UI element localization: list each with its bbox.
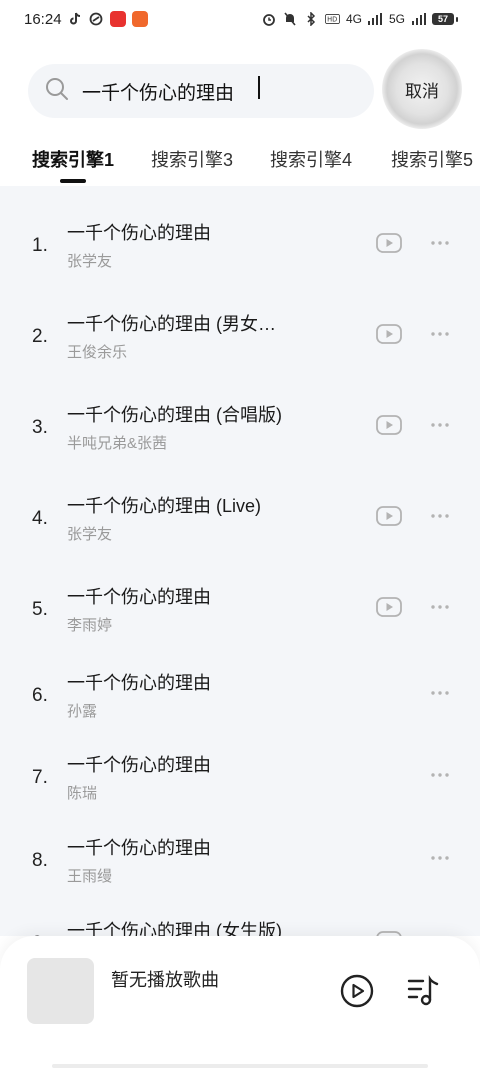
mv-play-icon[interactable] <box>376 597 402 617</box>
list-item[interactable]: 4. 一千个伤心的理由 (Live) 张学友 <box>0 485 480 565</box>
song-artist: 王俊余乐 <box>67 344 128 361</box>
mini-player[interactable]: 暂无播放歌曲 <box>0 936 480 1070</box>
mv-play-icon[interactable] <box>376 506 402 526</box>
tab-engine-3[interactable]: 搜索引擎3 <box>151 146 233 172</box>
song-rank: 8. <box>32 850 48 871</box>
song-rank: 2. <box>32 326 48 347</box>
song-title: 一千个伤心的理由 <box>67 755 211 775</box>
battery-icon: 57 <box>432 13 454 25</box>
signal-icon-2 <box>411 12 426 27</box>
signal-label-2: 5G <box>388 12 405 26</box>
more-icon[interactable] <box>430 238 450 248</box>
list-item[interactable]: 6. 一千个伤心的理由 孙露 <box>0 662 480 742</box>
mv-play-icon[interactable] <box>376 415 402 435</box>
search-row: 取消 <box>28 49 468 129</box>
app-badge-icon <box>109 11 126 27</box>
song-artist: 王雨缦 <box>67 868 113 885</box>
search-engine-tabs: 搜索引擎1 搜索引擎3 搜索引擎4 搜索引擎5 <box>32 146 480 186</box>
signal-label-1: 4G <box>345 12 362 26</box>
list-item[interactable]: 9. 一千个伤心的理由 (女生版) <box>0 910 480 936</box>
song-artist: 张学友 <box>67 253 113 270</box>
hd-icon: HD <box>324 12 340 27</box>
more-icon[interactable] <box>430 511 450 521</box>
song-artist: 李雨婷 <box>67 617 113 634</box>
list-item[interactable]: 2. 一千个伤心的理由 (男女… 王俊余乐 <box>0 303 480 383</box>
list-item[interactable]: 3. 一千个伤心的理由 (合唱版) 半吨兄弟&张茜 <box>0 394 480 474</box>
mute-icon <box>283 12 298 27</box>
now-playing-text: 暂无播放歌曲 <box>111 970 219 990</box>
more-icon[interactable] <box>430 602 450 612</box>
more-icon[interactable] <box>430 770 450 780</box>
playlist-icon[interactable] <box>406 975 440 1007</box>
song-rank: 6. <box>32 685 48 706</box>
song-rank: 7. <box>32 767 48 788</box>
search-results-list[interactable]: 1. 一千个伤心的理由 张学友 2. 一千个伤心的理由 (男女… 王俊余乐 3.… <box>0 186 480 936</box>
more-icon[interactable] <box>430 688 450 698</box>
list-item[interactable]: 1. 一千个伤心的理由 张学友 <box>0 212 480 292</box>
svg-text:HD: HD <box>327 16 337 24</box>
cancel-button[interactable]: 取消 <box>382 49 462 129</box>
song-rank: 4. <box>32 508 48 529</box>
song-artist: 孙露 <box>67 703 98 720</box>
song-title: 一千个伤心的理由 (女生版) <box>67 921 282 936</box>
song-artist: 陈瑞 <box>67 785 98 802</box>
list-item[interactable]: 7. 一千个伤心的理由 陈瑞 <box>0 744 480 824</box>
song-rank: 1. <box>32 235 48 256</box>
song-title: 一千个伤心的理由 (男女… <box>67 314 276 334</box>
tab-engine-5[interactable]: 搜索引擎5 <box>391 146 473 172</box>
more-icon[interactable] <box>430 420 450 430</box>
status-bar-right: HD 4G 5G 57 <box>262 12 458 27</box>
bluetooth-icon <box>304 12 319 27</box>
tab-engine-1[interactable]: 搜索引擎1 <box>32 146 114 172</box>
song-rank: 5. <box>32 599 48 620</box>
home-indicator <box>52 1064 428 1068</box>
more-icon[interactable] <box>430 853 450 863</box>
alarm-icon <box>262 12 277 27</box>
battery-tip <box>456 16 458 22</box>
signal-icon <box>368 12 383 27</box>
search-box[interactable] <box>28 64 374 118</box>
more-icon[interactable] <box>430 329 450 339</box>
search-input[interactable] <box>82 80 342 102</box>
play-circle-icon[interactable] <box>340 974 374 1008</box>
mv-play-icon[interactable] <box>376 233 402 253</box>
link-icon <box>89 12 104 27</box>
mv-play-icon[interactable] <box>376 324 402 344</box>
song-title: 一千个伤心的理由 <box>67 223 211 243</box>
active-tab-indicator <box>60 179 86 183</box>
status-bar-left: 16:24 <box>24 11 148 28</box>
song-artist: 张学友 <box>67 526 113 543</box>
list-item[interactable]: 8. 一千个伤心的理由 王雨缦 <box>0 827 480 907</box>
status-bar: 16:24 HD 4G 5G 57 <box>0 0 480 38</box>
song-title: 一千个伤心的理由 (合唱版) <box>67 405 282 425</box>
search-icon <box>44 76 70 107</box>
album-cover-placeholder[interactable] <box>27 958 94 1024</box>
song-title: 一千个伤心的理由 <box>67 838 211 858</box>
app-badge-icon-2 <box>131 11 148 27</box>
tab-engine-4[interactable]: 搜索引擎4 <box>270 146 352 172</box>
song-rank: 3. <box>32 417 48 438</box>
song-title: 一千个伤心的理由 (Live) <box>67 496 262 516</box>
song-artist: 半吨兄弟&张茜 <box>67 435 168 452</box>
status-time: 16:24 <box>24 10 62 28</box>
song-title: 一千个伤心的理由 <box>67 587 211 607</box>
song-title: 一千个伤心的理由 <box>67 673 211 693</box>
text-caret <box>258 76 260 99</box>
tiktok-icon <box>68 12 83 27</box>
list-item[interactable]: 5. 一千个伤心的理由 李雨婷 <box>0 576 480 656</box>
